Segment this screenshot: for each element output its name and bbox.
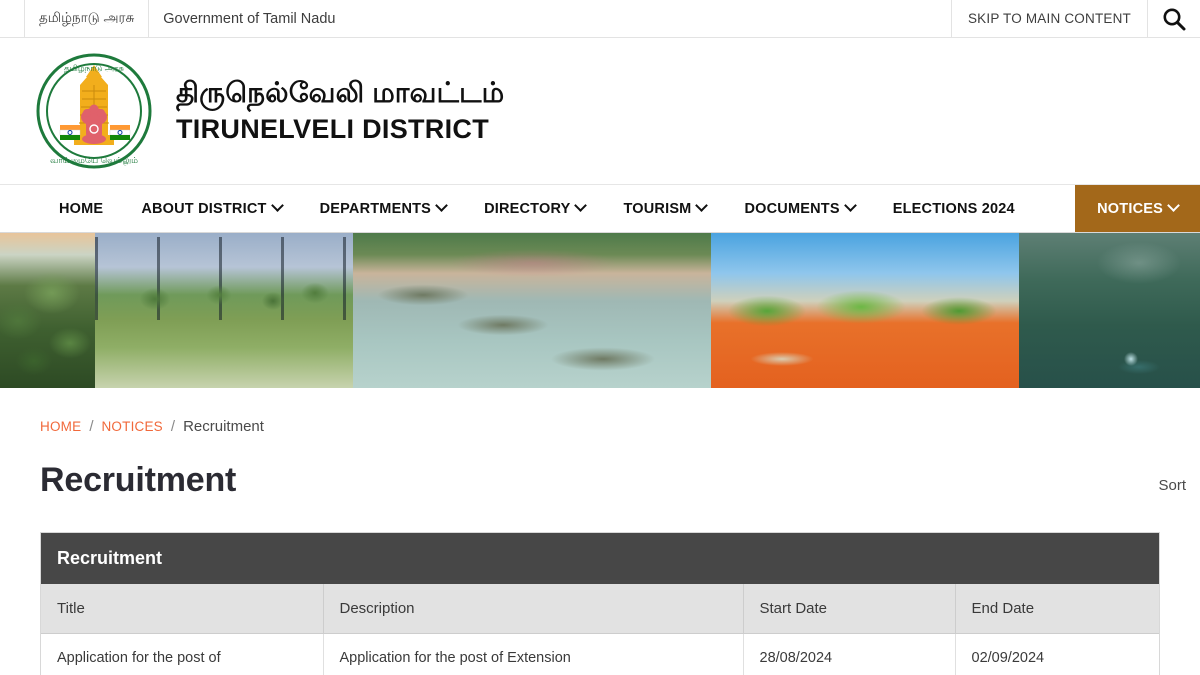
breadcrumb-link-notices[interactable]: NOTICES (101, 419, 162, 434)
top-utility-bar: தமிழ்நாடு அரசு Government of Tamil Nadu … (0, 0, 1200, 38)
table-header-row: Title Description Start Date End Date Fi… (41, 584, 1160, 634)
nav-item-notices[interactable]: NOTICES (1075, 185, 1200, 232)
nav-item-about-district[interactable]: ABOUT DISTRICT (122, 185, 300, 232)
nav-label: ELECTIONS 2024 (893, 201, 1015, 217)
column-header-title[interactable]: Title (41, 584, 323, 634)
topbar-left-gap (0, 0, 24, 37)
district-name-english: TIRUNELVELI DISTRICT (176, 112, 504, 147)
nav-label: ABOUT DISTRICT (141, 201, 266, 217)
skip-to-main-content-link[interactable]: SKIP TO MAIN CONTENT (951, 0, 1148, 37)
nav-item-directory[interactable]: DIRECTORY (465, 185, 604, 232)
banner-image-paddy-fields (95, 233, 353, 388)
banner-image-coastal-village (353, 233, 711, 388)
banner-image-green-hills (1019, 233, 1200, 388)
breadcrumb-separator: / (89, 418, 93, 435)
district-banner-strip (0, 233, 1200, 388)
chevron-down-icon (435, 199, 448, 212)
chevron-down-icon (696, 199, 709, 212)
site-masthead: வாய்மையே வெல்லும் தமிழ்நாடு அரசு திருநெல… (0, 38, 1200, 185)
main-navigation: HOME ABOUT DISTRICT DEPARTMENTS DIRECTOR… (0, 185, 1200, 233)
chevron-down-icon (844, 199, 857, 212)
chevron-down-icon (575, 199, 588, 212)
nav-label: NOTICES (1097, 201, 1163, 217)
page-title-row: Recruitment Sort (40, 461, 1160, 500)
table-caption: Recruitment (41, 533, 1159, 584)
banner-image-red-soil (711, 233, 1019, 388)
table-row: Application for the post of Application … (41, 634, 1160, 675)
breadcrumb-separator: / (171, 418, 175, 435)
nav-item-departments[interactable]: DEPARTMENTS (301, 185, 466, 232)
column-header-end-date[interactable]: End Date (955, 584, 1160, 634)
nav-item-home[interactable]: HOME (40, 185, 122, 232)
page-title: Recruitment (40, 461, 236, 500)
nav-label: DIRECTORY (484, 201, 570, 217)
chevron-down-icon (271, 199, 284, 212)
nav-label: DEPARTMENTS (320, 201, 432, 217)
table-head: Title Description Start Date End Date Fi… (41, 584, 1160, 634)
recruitment-table-container: Recruitment Title Description Start Date… (40, 532, 1160, 675)
sort-control-label[interactable]: Sort (1158, 477, 1186, 494)
nav-label: TOURISM (623, 201, 691, 217)
recruitment-table: Title Description Start Date End Date Fi… (41, 584, 1160, 675)
search-button[interactable] (1148, 0, 1200, 37)
page-content: HOME / NOTICES / Recruitment Recruitment… (0, 388, 1200, 675)
topbar-spacer (349, 0, 951, 37)
column-header-description[interactable]: Description (323, 584, 743, 634)
site-title-group: திருநெல்வேலி மாவட்டம் TIRUNELVELI DISTRI… (176, 75, 504, 147)
tamil-nadu-state-emblem-icon: வாய்மையே வெல்லும் தமிழ்நாடு அரசு (34, 51, 154, 171)
table-body: Application for the post of Application … (41, 634, 1160, 675)
cell-start-date: 28/08/2024 (743, 634, 955, 675)
nav-label: DOCUMENTS (744, 201, 839, 217)
govt-identity-group: தமிழ்நாடு அரசு Government of Tamil Nadu (0, 0, 349, 37)
cell-end-date: 02/09/2024 (955, 634, 1160, 675)
column-header-start-date[interactable]: Start Date (743, 584, 955, 634)
banner-image-forest-canopy (0, 233, 95, 388)
svg-text:வாய்மையே வெல்லும்: வாய்மையே வெல்லும் (50, 155, 138, 166)
nav-item-tourism[interactable]: TOURISM (604, 185, 725, 232)
cell-title: Application for the post of (41, 634, 323, 675)
nav-item-documents[interactable]: DOCUMENTS (725, 185, 873, 232)
nav-label: HOME (59, 201, 103, 217)
chevron-down-icon (1167, 199, 1180, 212)
svg-text:தமிழ்நாடு அரசு: தமிழ்நாடு அரசு (64, 63, 124, 73)
district-name-tamil: திருநெல்வேலி மாவட்டம் (176, 75, 504, 110)
breadcrumb-link-home[interactable]: HOME (40, 419, 81, 434)
breadcrumb: HOME / NOTICES / Recruitment (40, 388, 1160, 435)
search-icon (1161, 6, 1187, 32)
govt-name-tamil: தமிழ்நாடு அரசு (24, 0, 149, 37)
breadcrumb-current: Recruitment (183, 418, 264, 435)
govt-name-english: Government of Tamil Nadu (149, 0, 349, 37)
cell-description: Application for the post of Extension (323, 634, 743, 675)
nav-item-elections-2024[interactable]: ELECTIONS 2024 (874, 185, 1034, 232)
